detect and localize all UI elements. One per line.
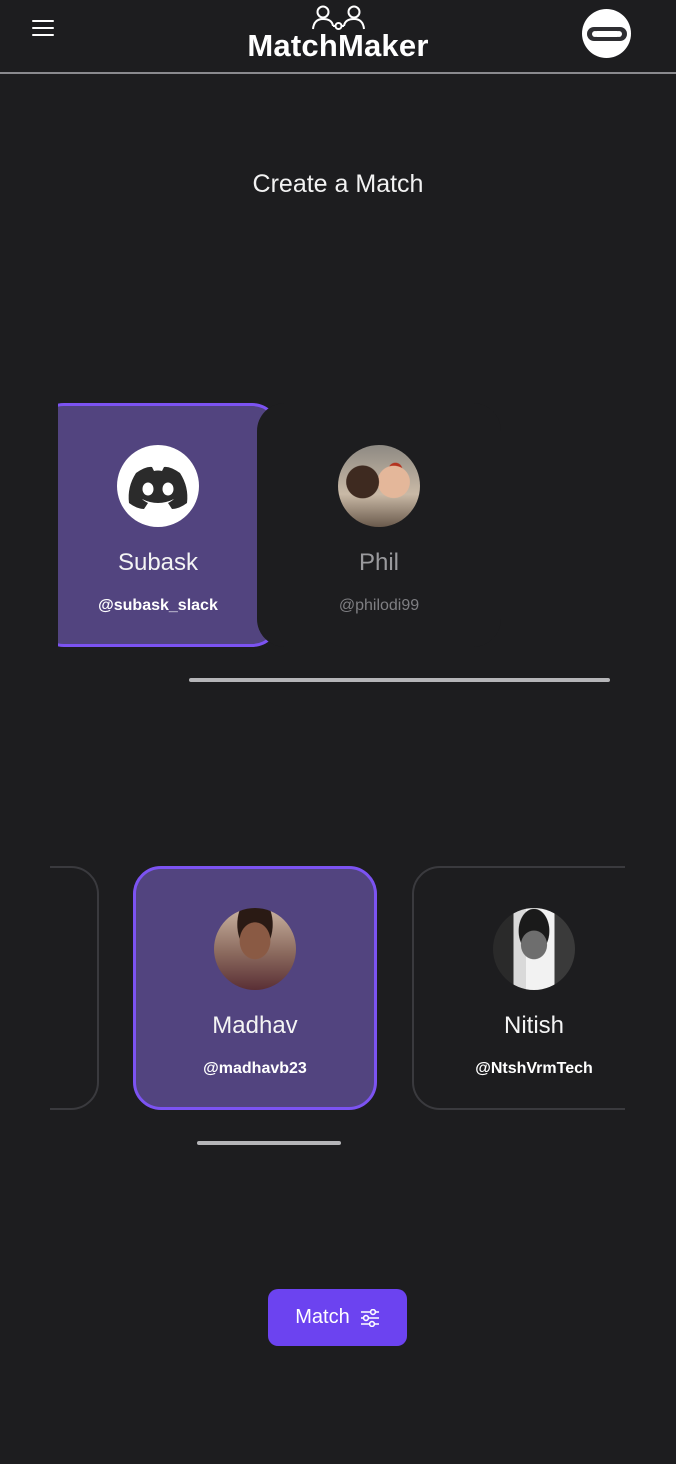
player-handle: @madhavb23 bbox=[203, 1060, 307, 1077]
match-button[interactable]: Match bbox=[268, 1289, 407, 1346]
player-card-madhav[interactable]: Madhav @madhavb23 bbox=[133, 866, 377, 1110]
top-bar: MatchMaker bbox=[0, 0, 676, 74]
player-name: Madhav bbox=[212, 1012, 298, 1039]
discord-logo-icon bbox=[128, 466, 188, 509]
player-card-phil[interactable]: Phil @philodi99 bbox=[257, 403, 501, 647]
player-name: Phil bbox=[358, 549, 400, 576]
player-card-nitish[interactable]: Nitish @NtshVrmTech bbox=[412, 866, 625, 1110]
profile-button[interactable] bbox=[582, 9, 631, 58]
man-bw-photo bbox=[493, 908, 575, 990]
second-carousel-scrollbar[interactable] bbox=[197, 1141, 341, 1145]
player-handle: @NtshVrmTech bbox=[475, 1060, 593, 1077]
player-card-previous[interactable] bbox=[50, 866, 99, 1110]
player-name: Subask bbox=[117, 549, 199, 576]
player-name: Nitish bbox=[503, 1012, 564, 1039]
player-handle: @subask_slack bbox=[98, 597, 218, 614]
page-title: Create a Match bbox=[252, 170, 424, 198]
controller-icon bbox=[586, 26, 627, 41]
first-carousel-scrollbar[interactable] bbox=[189, 678, 610, 682]
second-player-carousel[interactable]: Madhav @madhavb23 Nitish @NtshVrmTech bbox=[50, 866, 625, 1114]
sliders-icon bbox=[360, 1308, 379, 1327]
discord-avatar bbox=[117, 445, 199, 527]
match-button-label: Match bbox=[295, 1306, 350, 1328]
man-photo bbox=[214, 908, 296, 990]
app-logo[interactable]: MatchMaker bbox=[0, 4, 676, 64]
app-name: MatchMaker bbox=[247, 28, 429, 63]
player-handle: @philodi99 bbox=[338, 597, 420, 614]
player-card-subask[interactable]: Subask @subask_slack bbox=[58, 403, 280, 647]
two-children-photo bbox=[338, 445, 420, 527]
first-player-carousel[interactable]: Subask @subask_slack Phil @philodi99 bbox=[58, 403, 624, 651]
